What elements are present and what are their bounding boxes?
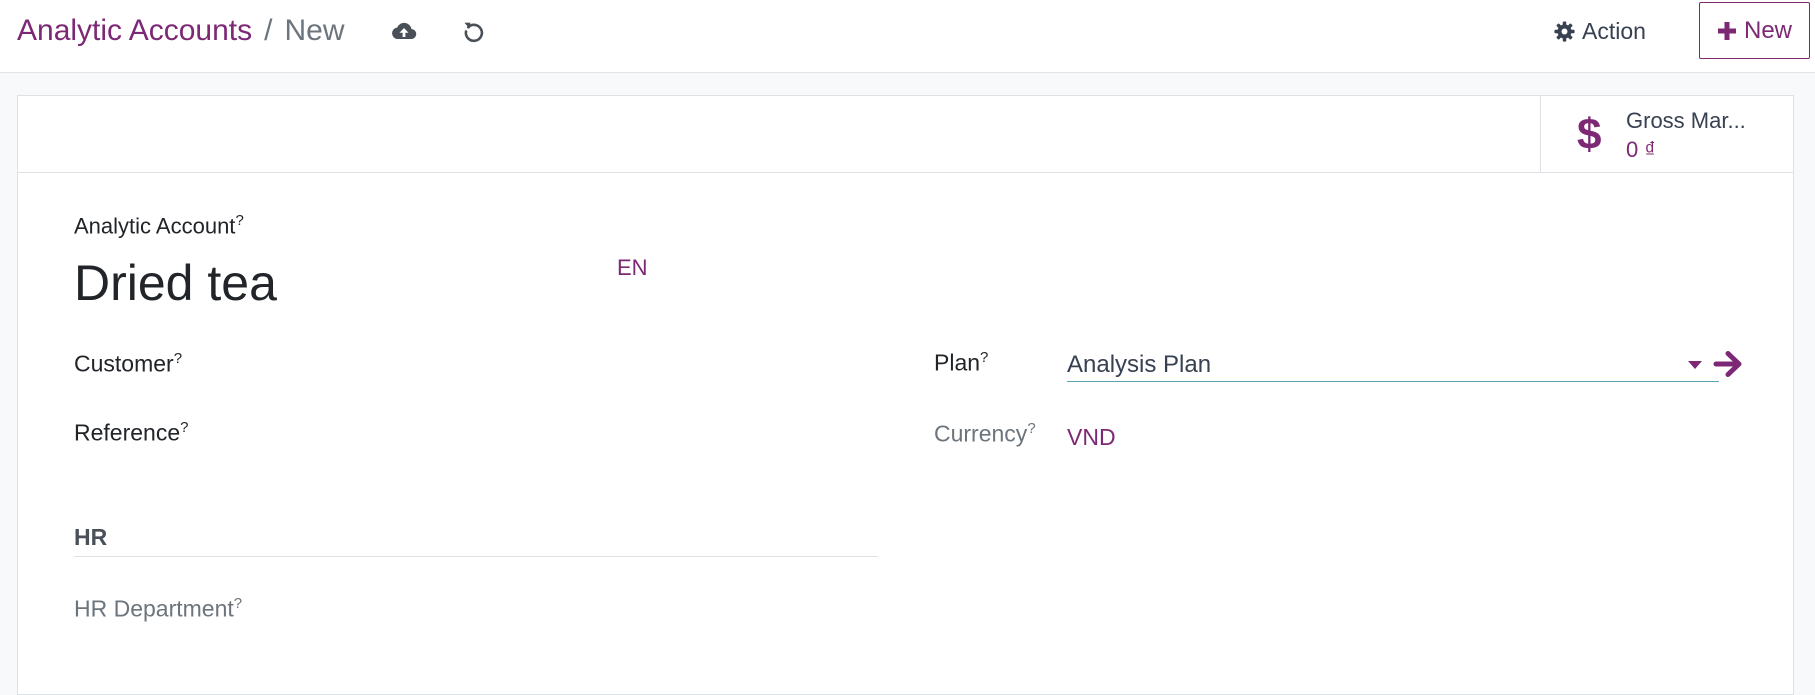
breadcrumb-current: New bbox=[284, 14, 345, 47]
currency-label: Currency? bbox=[934, 420, 1036, 447]
new-button[interactable]: New bbox=[1699, 2, 1810, 59]
breadcrumb-parent-link[interactable]: Analytic Accounts bbox=[17, 14, 252, 48]
new-label: New bbox=[1743, 16, 1792, 44]
help-tooltip-marker[interactable]: ? bbox=[174, 350, 182, 367]
save-button[interactable] bbox=[387, 14, 421, 48]
gross-margin-stat-button[interactable]: $ Gross Mar... 0 ₫ bbox=[1540, 96, 1793, 172]
internal-link-arrow-icon[interactable] bbox=[1708, 346, 1748, 382]
breadcrumb: Analytic Accounts / New bbox=[17, 13, 344, 49]
customer-label: Customer? bbox=[74, 350, 183, 377]
help-tooltip-marker[interactable]: ? bbox=[1027, 420, 1035, 437]
hr-department-label: HR Department? bbox=[74, 595, 243, 622]
control-panel: Analytic Accounts / New Action New bbox=[0, 0, 1815, 73]
analytic-account-label: Analytic Account? bbox=[74, 212, 244, 239]
dollar-icon: $ bbox=[1577, 110, 1602, 159]
button-box: $ Gross Mar... 0 ₫ bbox=[18, 96, 1793, 173]
cloud-upload-icon bbox=[392, 22, 417, 40]
stat-label: Gross Mar... bbox=[1626, 108, 1746, 133]
plan-label: Plan? bbox=[934, 349, 989, 376]
currency-value[interactable]: VND bbox=[1067, 424, 1116, 451]
reference-label: Reference? bbox=[74, 419, 189, 446]
gear-icon bbox=[1554, 20, 1575, 42]
account-name-field[interactable]: Dried tea bbox=[74, 254, 277, 312]
help-tooltip-marker[interactable]: ? bbox=[980, 349, 988, 366]
action-button[interactable]: Action bbox=[1554, 14, 1646, 48]
help-tooltip-marker[interactable]: ? bbox=[235, 212, 243, 229]
language-toggle[interactable]: EN bbox=[617, 255, 648, 281]
plan-input[interactable] bbox=[1067, 349, 1719, 382]
dropdown-caret-icon[interactable] bbox=[1683, 353, 1707, 377]
action-label: Action bbox=[1582, 17, 1646, 44]
hr-section-title: HR bbox=[74, 524, 878, 557]
help-tooltip-marker[interactable]: ? bbox=[234, 595, 242, 612]
breadcrumb-separator: / bbox=[264, 14, 273, 47]
form-sheet: $ Gross Mar... 0 ₫ Analytic Account? Dri… bbox=[17, 95, 1794, 695]
plus-icon bbox=[1717, 21, 1736, 40]
discard-button[interactable] bbox=[457, 14, 491, 48]
help-tooltip-marker[interactable]: ? bbox=[180, 419, 188, 436]
stat-value: 0 ₫ bbox=[1626, 137, 1656, 162]
undo-icon bbox=[464, 22, 484, 43]
